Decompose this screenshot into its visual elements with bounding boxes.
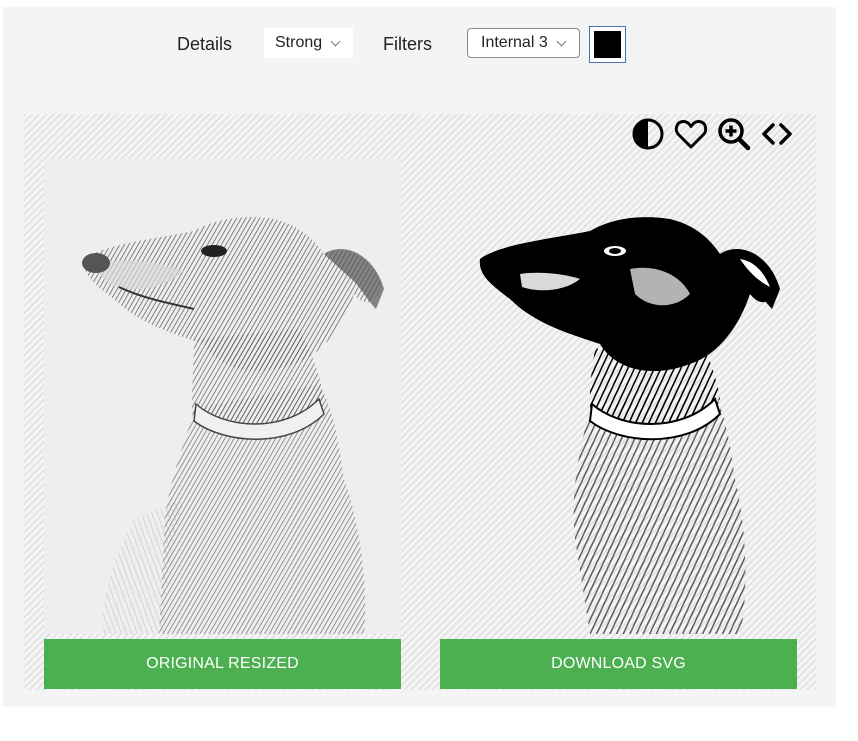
original-resized-button[interactable]: ORIGINAL RESIZED — [44, 639, 401, 689]
color-picker[interactable] — [589, 26, 626, 63]
dog-vector-image — [479, 217, 780, 634]
details-select-value: Strong — [275, 34, 323, 51]
details-select[interactable]: Strong — [264, 28, 353, 58]
heart-icon[interactable] — [674, 117, 708, 151]
contrast-icon[interactable] — [631, 117, 665, 151]
filters-select-value: Internal 3 — [481, 34, 548, 51]
zoom-in-icon[interactable] — [717, 117, 751, 151]
original-image — [44, 159, 401, 634]
filters-label: Filters — [383, 34, 432, 54]
dog-sketch-image — [44, 159, 401, 634]
download-svg-button[interactable]: DOWNLOAD SVG — [440, 639, 797, 689]
chevron-down-icon — [556, 36, 567, 46]
filters-select[interactable]: Internal 3 — [467, 28, 580, 58]
vectorized-image — [440, 159, 797, 634]
chevron-down-icon — [330, 36, 341, 46]
code-icon[interactable] — [760, 117, 794, 151]
color-swatch-fill — [594, 31, 621, 58]
details-label: Details — [177, 34, 233, 54]
